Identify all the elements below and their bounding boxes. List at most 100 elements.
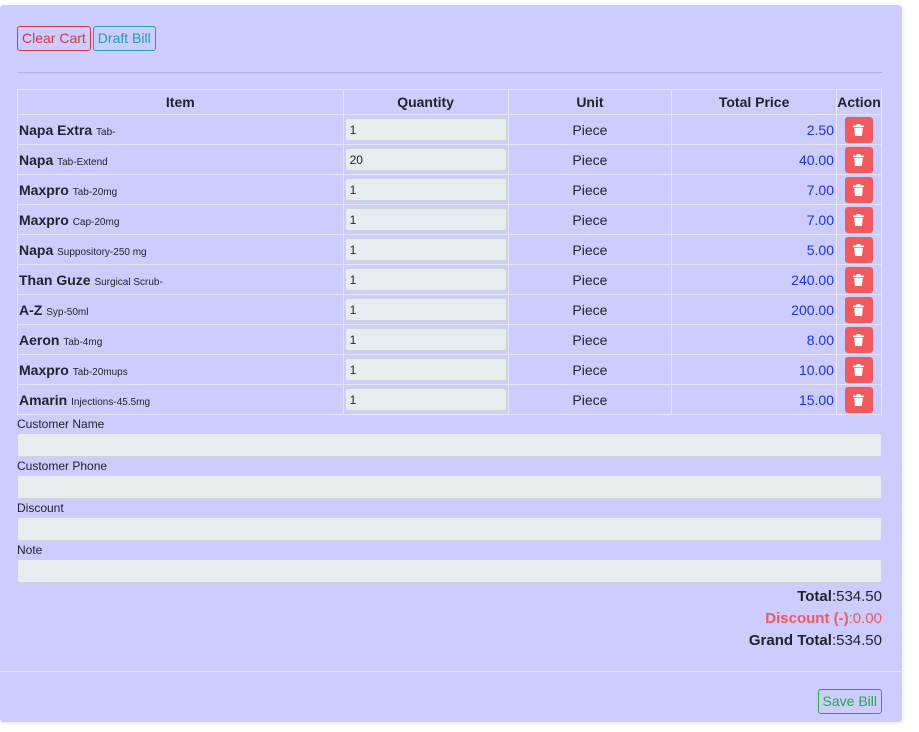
delete-item-button[interactable] [844, 386, 873, 413]
quantity-input[interactable] [344, 148, 507, 171]
item-cell: Than Guze Surgical Scrub- [17, 264, 344, 295]
table-row: A-Z Syp-50ml Piece200.00 [17, 294, 883, 325]
footer-divider [0, 671, 902, 672]
item-name: Aeron [19, 331, 60, 348]
quantity-input[interactable] [344, 178, 507, 201]
action-cell [835, 234, 883, 265]
delete-item-button[interactable] [844, 356, 873, 383]
action-cell [835, 384, 883, 415]
divider [17, 72, 882, 73]
column-header-quantity: Quantity [342, 89, 509, 115]
table-row: Napa Suppository-250 mg Piece5.00 [17, 234, 883, 265]
trash-icon [853, 213, 865, 226]
total-price-cell: 240.00 [671, 264, 837, 295]
total-price-cell: 8.00 [671, 324, 837, 355]
card-footer: Save Bill [817, 689, 882, 714]
note-input[interactable] [17, 559, 882, 583]
customer-name-input[interactable] [17, 433, 882, 457]
customer-phone-input[interactable] [17, 475, 882, 499]
unit-cell: Piece [507, 324, 673, 355]
quantity-cell [342, 114, 509, 145]
unit-cell: Piece [507, 204, 673, 235]
unit-cell: Piece [507, 114, 673, 145]
total-price-cell: 40.00 [671, 144, 837, 175]
quantity-input[interactable] [344, 388, 507, 411]
delete-item-button[interactable] [844, 116, 873, 143]
unit-cell: Piece [507, 264, 673, 295]
save-bill-button[interactable]: Save Bill [817, 689, 882, 714]
item-name: Napa [19, 241, 54, 258]
quantity-cell [342, 354, 509, 385]
total-value: 534.50 [836, 588, 882, 605]
item-detail: Tab-20mg [72, 186, 118, 198]
customer-form: Customer Name Customer Phone Discount No… [17, 417, 882, 585]
totals-summary: Total:534.50 Discount (-):0.00 Grand Tot… [749, 587, 882, 653]
delete-item-button[interactable] [844, 206, 873, 233]
customer-name-label: Customer Name [17, 417, 105, 431]
quantity-cell [342, 174, 509, 205]
discount-row: Discount (-):0.00 [765, 610, 882, 627]
item-detail: Suppository-250 mg [57, 246, 147, 258]
total-price-cell: 7.00 [671, 174, 837, 205]
column-header-item: Item [17, 89, 344, 115]
table-row: Than Guze Surgical Scrub- Piece240.00 [17, 264, 883, 295]
discount-input[interactable] [17, 517, 882, 541]
item-name: Amarin [19, 391, 68, 408]
trash-icon [853, 333, 865, 346]
item-detail: Tab-20mups [72, 366, 128, 378]
quantity-input[interactable] [344, 238, 507, 261]
quantity-input[interactable] [344, 358, 507, 381]
trash-icon [853, 363, 865, 376]
trash-icon [853, 123, 865, 136]
draft-bill-button[interactable]: Draft Bill [92, 26, 156, 51]
table-row: Napa Tab-Extend Piece40.00 [17, 144, 883, 175]
cart-card: Clear Cart Draft Bill Item Quantity Unit… [0, 5, 902, 722]
delete-item-button[interactable] [844, 236, 873, 263]
quantity-cell [342, 294, 509, 325]
total-price-cell: 7.00 [671, 204, 837, 235]
quantity-input[interactable] [344, 208, 507, 231]
action-cell [835, 174, 883, 205]
total-label: Total [797, 588, 832, 605]
delete-item-button[interactable] [844, 296, 873, 323]
item-name: Maxpro [19, 361, 69, 378]
quantity-input[interactable] [344, 298, 507, 321]
item-name: Than Guze [19, 271, 91, 288]
delete-item-button[interactable] [844, 146, 873, 173]
table-row: Maxpro Tab-20mups Piece10.00 [17, 354, 883, 385]
delete-item-button[interactable] [844, 266, 873, 293]
total-price-cell: 15.00 [671, 384, 837, 415]
unit-cell: Piece [507, 294, 673, 325]
action-cell [835, 114, 883, 145]
table-row: Napa Extra Tab- Piece2.50 [17, 114, 883, 145]
quantity-input[interactable] [344, 118, 507, 141]
table-row: Aeron Tab-4mg Piece8.00 [17, 324, 883, 355]
table-row: Maxpro Tab-20mg Piece7.00 [17, 174, 883, 205]
column-header-action: Action [835, 89, 883, 115]
note-label: Note [17, 543, 43, 557]
trash-icon [853, 243, 865, 256]
unit-cell: Piece [507, 384, 673, 415]
quantity-input[interactable] [344, 328, 507, 351]
delete-item-button[interactable] [844, 326, 873, 353]
quantity-cell [342, 264, 509, 295]
action-cell [835, 354, 883, 385]
item-detail: Tab-4mg [63, 336, 103, 348]
action-cell [835, 204, 883, 235]
delete-item-button[interactable] [844, 176, 873, 203]
total-price-cell: 2.50 [671, 114, 837, 145]
item-detail: Tab-Extend [57, 156, 108, 168]
cart-toolbar: Clear Cart Draft Bill [17, 26, 156, 51]
item-name: Napa [19, 151, 54, 168]
quantity-input[interactable] [344, 268, 507, 291]
total-price-cell: 10.00 [671, 354, 837, 385]
clear-cart-button[interactable]: Clear Cart [17, 26, 91, 51]
trash-icon [853, 393, 865, 406]
item-cell: Maxpro Tab-20mg [17, 174, 344, 205]
item-detail: Tab- [96, 126, 116, 138]
column-header-total-price: Total Price [671, 89, 837, 115]
trash-icon [853, 153, 865, 166]
grand-total-label: Grand Total [748, 632, 832, 649]
item-detail: Injections-45.5mg [71, 396, 151, 408]
discount-total-value: 0.00 [852, 610, 882, 627]
